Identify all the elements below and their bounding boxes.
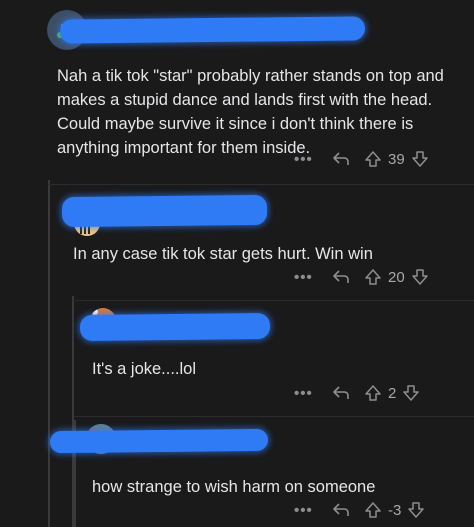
vote-score: 39 <box>388 150 405 168</box>
divider <box>72 300 474 301</box>
vote-score: 2 <box>388 384 397 402</box>
reply-button[interactable] <box>324 385 358 401</box>
comment-actions: ••• 20 <box>294 268 429 286</box>
redacted-username <box>49 428 269 454</box>
vote-control: -3 <box>364 501 425 519</box>
upvote-icon[interactable] <box>364 384 382 402</box>
more-options-button[interactable]: ••• <box>294 269 324 286</box>
reply-button[interactable] <box>324 151 358 167</box>
downvote-icon[interactable] <box>411 268 429 286</box>
downvote-icon[interactable] <box>411 150 429 168</box>
more-options-button[interactable]: ••• <box>294 385 324 402</box>
vote-score: -3 <box>388 501 402 519</box>
reply-icon <box>333 152 349 165</box>
divider <box>48 184 474 185</box>
upvote-icon[interactable] <box>364 501 382 519</box>
reply-icon <box>333 270 349 283</box>
divider <box>74 416 474 417</box>
comment-body: In any case tik tok star gets hurt. Win … <box>73 245 373 263</box>
comment-actions: ••• 2 <box>294 384 420 402</box>
redacted-username <box>59 16 366 44</box>
comment-body: how strange to wish harm on someone <box>92 478 376 496</box>
comment-body: It's a joke....lol <box>92 360 197 378</box>
vote-score: 20 <box>388 268 405 286</box>
vote-control: 20 <box>364 268 429 286</box>
vote-control: 2 <box>364 384 420 402</box>
redacted-username <box>79 313 271 341</box>
downvote-icon[interactable] <box>407 501 425 519</box>
comment-actions: ••• -3 <box>294 501 425 519</box>
more-options-button[interactable]: ••• <box>294 502 324 519</box>
vote-control: 39 <box>364 150 429 168</box>
comment-thread: Nah a tik tok "star" probably rather sta… <box>0 0 474 527</box>
comment-body: Nah a tik tok "star" probably rather sta… <box>57 67 449 157</box>
reply-button[interactable] <box>324 502 358 518</box>
downvote-icon[interactable] <box>402 384 420 402</box>
upvote-icon[interactable] <box>364 268 382 286</box>
redacted-username <box>61 194 268 228</box>
upvote-icon[interactable] <box>364 150 382 168</box>
comment-actions: ••• 39 <box>294 150 429 168</box>
reply-icon <box>333 386 349 399</box>
reply-button[interactable] <box>324 269 358 285</box>
more-options-button[interactable]: ••• <box>294 151 324 168</box>
thread-line-1[interactable] <box>48 180 50 527</box>
reply-icon <box>333 503 349 516</box>
